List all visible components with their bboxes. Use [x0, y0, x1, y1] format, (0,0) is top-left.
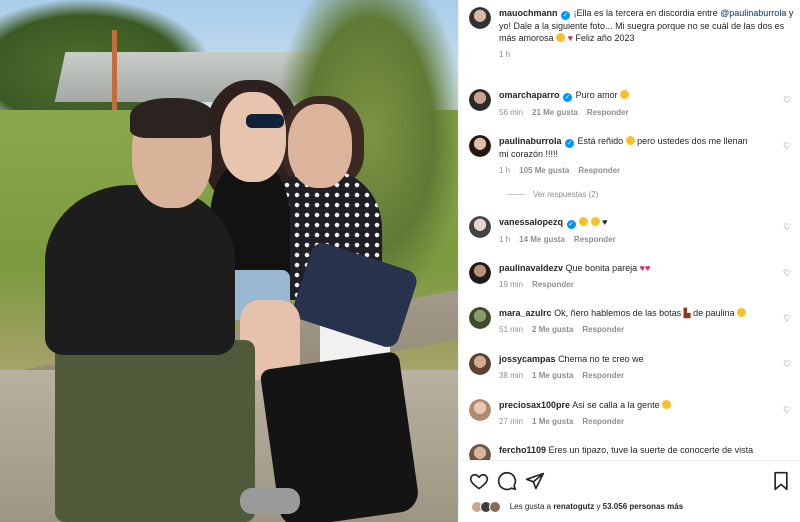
comment-text: Asi se calla a la gente [572, 400, 660, 410]
commenter-avatar[interactable] [469, 262, 491, 284]
reply-button[interactable]: Responder [582, 325, 624, 334]
comment-time: 1 h [499, 166, 511, 175]
reply-button[interactable]: Responder [582, 417, 624, 426]
caption-tail: Feliz año 2023 [575, 33, 635, 43]
comment-time: 38 min [499, 371, 524, 380]
like-comment-heart-icon[interactable]: ♡ [783, 313, 793, 323]
verified-badge-icon: ✓ [566, 220, 576, 229]
comment-text: Puro amor [575, 90, 618, 100]
comment-time: 27 min [499, 417, 524, 426]
likes-prefix: Les gusta a [509, 502, 552, 512]
heart-eyes-emoji-icon [620, 90, 630, 99]
like-comment-heart-icon[interactable]: ♡ [783, 359, 793, 369]
red-heart-emoji-icon: ♥ [644, 263, 651, 273]
post-actions-bar: Les gusta a renatogutz y 53.056 personas… [459, 460, 800, 522]
man-pants [55, 340, 255, 522]
commenter-avatar[interactable] [469, 399, 491, 421]
comment-likes[interactable]: 21 Me gusta [532, 108, 578, 117]
reply-button[interactable]: Responder [574, 235, 616, 244]
comment-text: Chema no te creo we [558, 354, 644, 364]
man-hair [130, 98, 214, 138]
comments-panel: mauochmann ✓ ¡Ella es la tercera en disc… [458, 0, 800, 522]
view-replies-link[interactable]: Ver respuestas (2) [507, 190, 598, 199]
like-comment-heart-icon[interactable]: ♡ [783, 268, 793, 278]
like-comment-heart-icon[interactable]: ♡ [783, 222, 793, 232]
likes-summary[interactable]: Les gusta a renatogutz y 53.056 personas… [471, 501, 683, 513]
comment-text: Eres un tipazo, tuve la suerte de conoce… [548, 445, 754, 455]
comment-time: 19 min [499, 280, 524, 289]
reply-button[interactable]: Responder [587, 108, 629, 117]
reply-button[interactable]: Responder [532, 280, 574, 289]
commenter-username[interactable]: preciosax100pre [499, 400, 570, 410]
caption-intro: ¡Ella es la tercera en discordia entre [573, 8, 718, 18]
heart-eyes-emoji-icon [556, 33, 566, 42]
view-replies-label: Ver respuestas (2) [533, 190, 599, 199]
likes-mid: y [596, 502, 601, 512]
commenter-avatar[interactable] [469, 216, 491, 238]
heart-eyes-emoji-icon [625, 136, 635, 145]
tongue-emoji-icon [662, 400, 672, 409]
author-avatar[interactable] [469, 7, 491, 29]
like-comment-heart-icon[interactable]: ♡ [783, 141, 793, 151]
comment-time: 1 h [499, 235, 511, 244]
white-heart-emoji-icon: ♥ [602, 217, 608, 227]
commenter-username[interactable]: vanessalopezq [499, 217, 563, 227]
heart-eyes-emoji-icon [737, 308, 747, 317]
verified-badge-icon: ✓ [565, 139, 575, 148]
commenter-username[interactable]: omarchaparro [499, 90, 560, 100]
comment-likes[interactable]: 2 Me gusta [532, 325, 573, 334]
woman-center-face [220, 92, 286, 182]
verified-badge-icon: ✓ [563, 93, 573, 102]
man-shoe [240, 488, 300, 514]
author-username[interactable]: mauochmann [499, 8, 558, 18]
comment-likes[interactable]: 105 Me gusta [519, 166, 569, 175]
like-comment-heart-icon[interactable]: ♡ [783, 95, 793, 105]
comment-bubble-icon[interactable] [497, 471, 517, 491]
divider-line [507, 194, 525, 196]
commenter-avatar[interactable] [469, 353, 491, 375]
red-heart-emoji-icon: ♥ [567, 33, 573, 43]
liker-avatar [489, 501, 502, 513]
commenter-username[interactable]: paulinavaldezv [499, 263, 563, 273]
comment-likes[interactable]: 1 Me gusta [532, 417, 573, 426]
reply-button[interactable]: Responder [578, 166, 620, 175]
comment-likes[interactable]: 14 Me gusta [519, 235, 565, 244]
commenter-username[interactable]: mara_azulrc [499, 308, 552, 318]
heart-outline-icon[interactable] [469, 471, 489, 491]
commenter-username[interactable]: jossycampas [499, 354, 556, 364]
man-shirt [45, 185, 235, 355]
laughing-emoji-icon [590, 217, 600, 226]
comment-text: Ok, ñero hablemos de las botas [554, 308, 682, 318]
commenter-username[interactable]: paulinaburrola [499, 136, 562, 146]
comment-likes[interactable]: 1 Me gusta [532, 371, 573, 380]
sunglasses [246, 114, 284, 128]
caption-time: 1 h [499, 50, 511, 59]
post-photo[interactable] [0, 0, 458, 522]
comment-text: Está reñido [577, 136, 624, 146]
comment-time: 51 min [499, 325, 524, 334]
bookmark-icon[interactable] [771, 471, 791, 491]
reply-button[interactable]: Responder [582, 371, 624, 380]
paper-plane-icon[interactable] [525, 471, 545, 491]
caption-mention[interactable]: @paulinaburrola [720, 8, 786, 18]
laughing-emoji-icon [579, 217, 589, 226]
commenter-avatar[interactable] [469, 135, 491, 157]
commenter-avatar[interactable] [469, 89, 491, 111]
comment-text-2: de paulina [693, 308, 735, 318]
commenter-avatar[interactable] [469, 307, 491, 329]
likes-count[interactable]: 53.056 personas más [603, 502, 684, 511]
comment-text: Que bonita pareja [565, 263, 638, 273]
like-comment-heart-icon[interactable]: ♡ [783, 405, 793, 415]
verified-badge-icon: ✓ [561, 11, 571, 20]
likes-user[interactable]: renatogutz [553, 502, 594, 511]
woman-right-face [288, 104, 352, 188]
boot-emoji-icon: ▙ [683, 308, 691, 318]
comment-time: 56 min [499, 108, 524, 117]
commenter-username[interactable]: fercho1109 [499, 445, 546, 455]
